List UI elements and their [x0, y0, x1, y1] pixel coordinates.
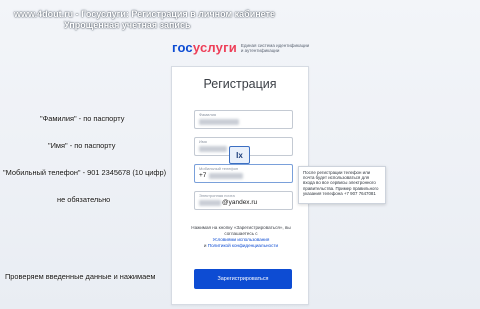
logo-wordmark: госуслуги	[172, 40, 237, 55]
annotation-optional: не обязательно	[57, 195, 111, 204]
phone-tooltip: После регистрации телефон или почта буде…	[298, 166, 386, 204]
terms-and: и	[203, 243, 207, 248]
surname-field[interactable]: Фамилия	[194, 110, 293, 129]
annotation-check: Проверяем введенные данные и нажимаем	[5, 272, 156, 281]
annotation-name: "Имя" - по паспорту	[48, 141, 116, 150]
terms-link[interactable]: Условиями использования	[213, 237, 270, 242]
logo-subtitle: Единая система идентификации и аутентифи…	[240, 42, 310, 53]
name-value-blurred	[199, 146, 227, 152]
annotation-phone: "Мобильный телефон" - 901 2345678 (10 ци…	[3, 168, 167, 177]
logo-part-1: гос	[172, 40, 193, 55]
watermark-line-2: Упрощенная учетная запись	[64, 20, 191, 30]
email-value-blurred	[199, 200, 221, 206]
privacy-link[interactable]: Политикой конфиденциальности	[208, 243, 278, 248]
register-button[interactable]: Зарегистрироваться	[194, 269, 292, 289]
terms-note: Нажимая на кнопку «Зарегистрироваться», …	[186, 225, 296, 249]
phone-field[interactable]: Мобильный телефон +7	[194, 164, 293, 183]
email-label: Электронная почта	[199, 193, 235, 198]
surname-value-blurred	[199, 119, 239, 125]
phone-value-blurred	[209, 173, 243, 179]
phone-prefix: +7	[199, 172, 207, 179]
gosuslugi-logo[interactable]: госуслуги Единая система идентификации и…	[172, 40, 311, 55]
surname-label: Фамилия	[199, 112, 216, 117]
ix-badge: Ix	[229, 146, 250, 164]
registration-card: Регистрация Фамилия Имя Мобильный телефо…	[171, 66, 309, 305]
logo-part-2: услуги	[192, 40, 237, 55]
email-field[interactable]: Электронная почта @yandex.ru	[194, 191, 293, 210]
terms-note-text: Нажимая на кнопку «Зарегистрироваться», …	[191, 225, 291, 236]
phone-label: Мобильный телефон	[199, 166, 239, 171]
page-title: Регистрация	[203, 77, 277, 91]
email-suffix: @yandex.ru	[222, 199, 258, 206]
watermark-line-1: www.4dout.ru - Госуслуги: Регистрация в …	[14, 9, 275, 19]
annotation-surname: "Фамилия" - по паспорту	[40, 114, 125, 123]
watermark: www.4dout.ru - Госуслуги: Регистрация в …	[14, 9, 275, 31]
name-label: Имя	[199, 139, 207, 144]
